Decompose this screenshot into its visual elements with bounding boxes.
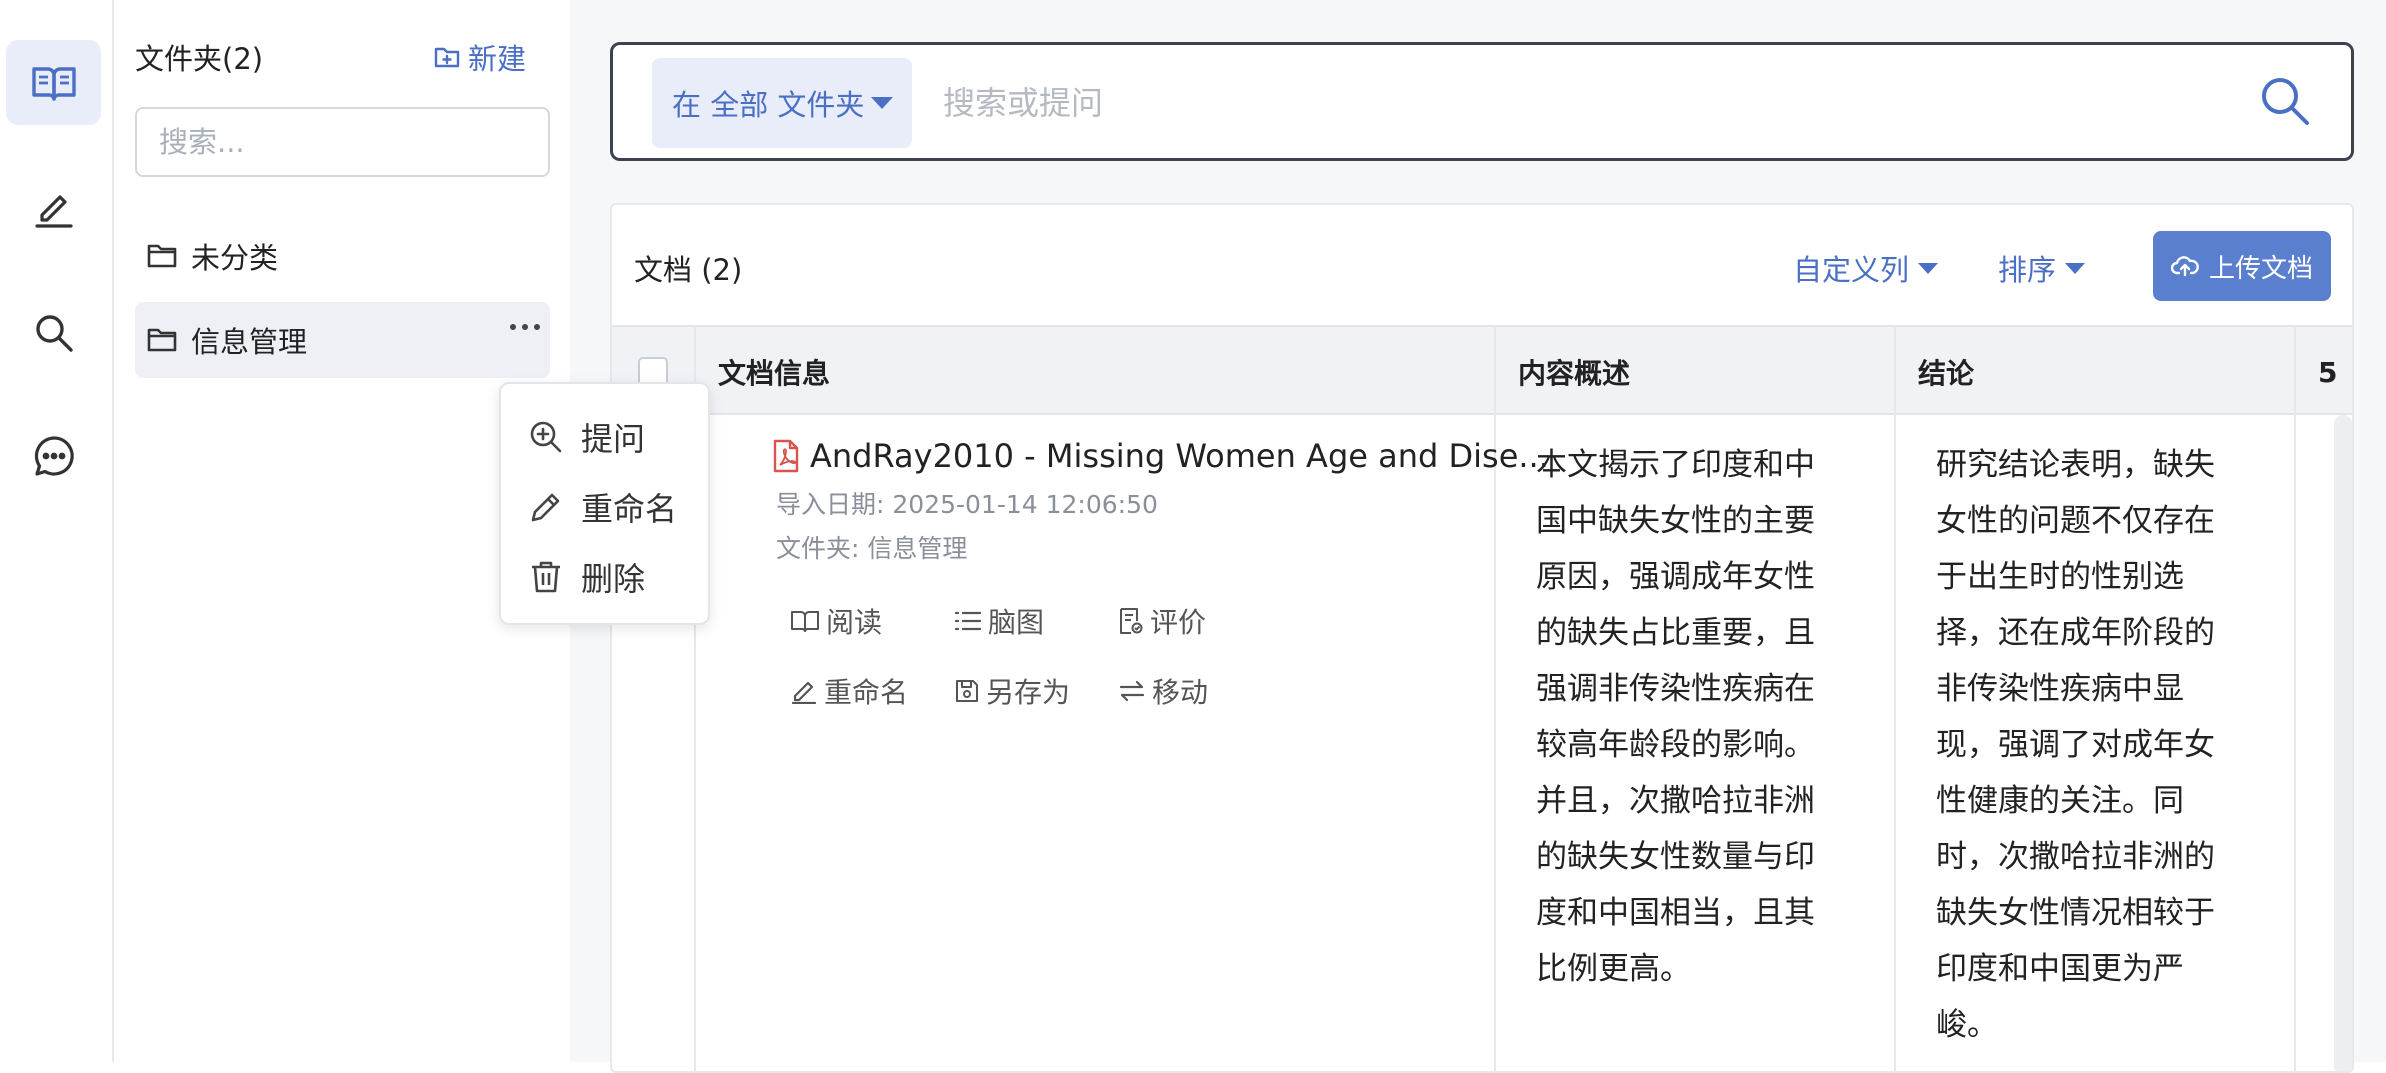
open-book-icon bbox=[31, 63, 77, 103]
folder-icon bbox=[147, 327, 177, 353]
vertical-scrollbar[interactable] bbox=[2334, 415, 2352, 1071]
pencil-icon bbox=[529, 490, 563, 524]
folder-label: 未分类 bbox=[191, 241, 279, 275]
folder-item-info-management[interactable]: 信息管理 bbox=[135, 302, 550, 378]
action-label: 评价 bbox=[1150, 606, 1207, 639]
search-icon bbox=[2259, 75, 2311, 127]
column-header-extra[interactable]: 5 bbox=[2294, 327, 2337, 417]
custom-columns-label: 自定义列 bbox=[1793, 253, 1910, 287]
sort-label: 排序 bbox=[1998, 253, 2057, 287]
search-submit-button[interactable] bbox=[2259, 75, 2311, 127]
swap-arrows-icon bbox=[1118, 679, 1146, 703]
action-label: 另存为 bbox=[986, 676, 1071, 709]
search-scope-label: 在 全部 文件夹 bbox=[672, 88, 865, 122]
chat-bubble-icon bbox=[32, 434, 76, 478]
evaluation-doc-icon bbox=[1118, 607, 1144, 635]
read-button[interactable]: 阅读 bbox=[790, 601, 882, 641]
search-scope-select[interactable]: 在 全部 文件夹 bbox=[652, 58, 912, 148]
pdf-file-icon bbox=[772, 439, 800, 473]
document-import-date: 导入日期: 2025-01-14 12:06:50 bbox=[776, 490, 1158, 519]
rail-search-button[interactable] bbox=[6, 290, 101, 375]
caret-down-icon bbox=[1917, 261, 1939, 275]
pen-icon bbox=[33, 187, 75, 229]
folder-context-menu: 提问 重命名 删除 bbox=[499, 382, 710, 625]
table-header: 文档信息 内容概述 结论 5 bbox=[612, 325, 2352, 417]
upload-document-button[interactable]: 上传文档 bbox=[2153, 231, 2331, 301]
new-folder-button[interactable]: 新建 bbox=[434, 36, 526, 78]
evaluate-button[interactable]: 评价 bbox=[1118, 601, 1206, 641]
column-divider bbox=[1894, 325, 1896, 1071]
save-icon bbox=[954, 678, 980, 704]
rail-chat-button[interactable] bbox=[6, 413, 101, 498]
more-options-icon[interactable] bbox=[510, 324, 540, 330]
context-menu-label: 重命名 bbox=[581, 490, 678, 528]
documents-title: 文档 (2) bbox=[634, 253, 743, 287]
mindmap-button[interactable]: 脑图 bbox=[954, 601, 1044, 641]
trash-icon bbox=[529, 560, 563, 594]
context-menu-label: 提问 bbox=[581, 420, 646, 458]
folders-title: 文件夹(2) bbox=[135, 42, 264, 76]
custom-columns-button[interactable]: 自定义列 bbox=[1793, 247, 1939, 289]
document-title-link[interactable]: AndRay2010 - Missing Women Age and Dise.… bbox=[772, 437, 1549, 475]
document-folder: 文件夹: 信息管理 bbox=[776, 534, 968, 563]
action-label: 重命名 bbox=[824, 676, 909, 709]
search-icon bbox=[33, 312, 75, 354]
action-label: 脑图 bbox=[988, 606, 1045, 639]
column-header-summary[interactable]: 内容概述 bbox=[1494, 327, 1630, 417]
context-menu-label: 删除 bbox=[581, 560, 646, 598]
context-menu-ask[interactable]: 提问 bbox=[529, 414, 645, 460]
document-title: AndRay2010 - Missing Women Age and Dise.… bbox=[810, 437, 1549, 475]
action-label: 移动 bbox=[1152, 676, 1209, 709]
column-header-conclusion[interactable]: 结论 bbox=[1894, 327, 1974, 417]
move-document-button[interactable]: 移动 bbox=[1118, 671, 1208, 711]
zoom-in-icon bbox=[529, 420, 563, 454]
icon-rail bbox=[0, 0, 114, 1062]
column-header-doc-info[interactable]: 文档信息 bbox=[694, 327, 830, 417]
document-summary: 本文揭示了印度和中 国中缺失女性的主要 原因，强调成年女性 的缺失占比重要，且 … bbox=[1536, 447, 1815, 987]
new-folder-label: 新建 bbox=[468, 42, 527, 76]
save-as-button[interactable]: 另存为 bbox=[954, 671, 1070, 711]
caret-down-icon bbox=[870, 95, 894, 111]
cloud-upload-icon bbox=[2170, 255, 2199, 277]
folder-plus-icon bbox=[434, 45, 460, 69]
context-menu-rename[interactable]: 重命名 bbox=[529, 484, 677, 530]
folder-search-input[interactable] bbox=[135, 107, 550, 177]
folder-label: 信息管理 bbox=[191, 325, 308, 359]
open-book-icon bbox=[790, 609, 820, 633]
pen-icon bbox=[790, 678, 818, 704]
sort-button[interactable]: 排序 bbox=[1998, 247, 2086, 289]
context-menu-delete[interactable]: 删除 bbox=[529, 554, 645, 600]
rail-library-button[interactable] bbox=[6, 40, 101, 125]
search-bar: 在 全部 文件夹 bbox=[610, 42, 2354, 161]
action-label: 阅读 bbox=[826, 606, 883, 639]
upload-label: 上传文档 bbox=[2208, 253, 2313, 284]
folder-icon bbox=[147, 243, 177, 269]
rail-notes-button[interactable] bbox=[6, 165, 101, 250]
rename-document-button[interactable]: 重命名 bbox=[790, 671, 908, 711]
documents-card: 文档 (2) 自定义列 排序 上传文档 文档信息 内容概述 结论 5 AndRa… bbox=[610, 203, 2354, 1073]
main-area: 在 全部 文件夹 文档 (2) 自定义列 排序 bbox=[570, 0, 2386, 1073]
caret-down-icon bbox=[2064, 261, 2086, 275]
column-divider bbox=[2294, 325, 2296, 1071]
search-query-input[interactable] bbox=[943, 73, 2043, 133]
document-conclusion: 研究结论表明，缺失 女性的问题不仅存在 于出生时的性别选 择，还在成年阶段的 非… bbox=[1936, 447, 2215, 1043]
list-icon bbox=[954, 609, 982, 633]
folder-item-uncategorized[interactable]: 未分类 bbox=[135, 218, 550, 294]
